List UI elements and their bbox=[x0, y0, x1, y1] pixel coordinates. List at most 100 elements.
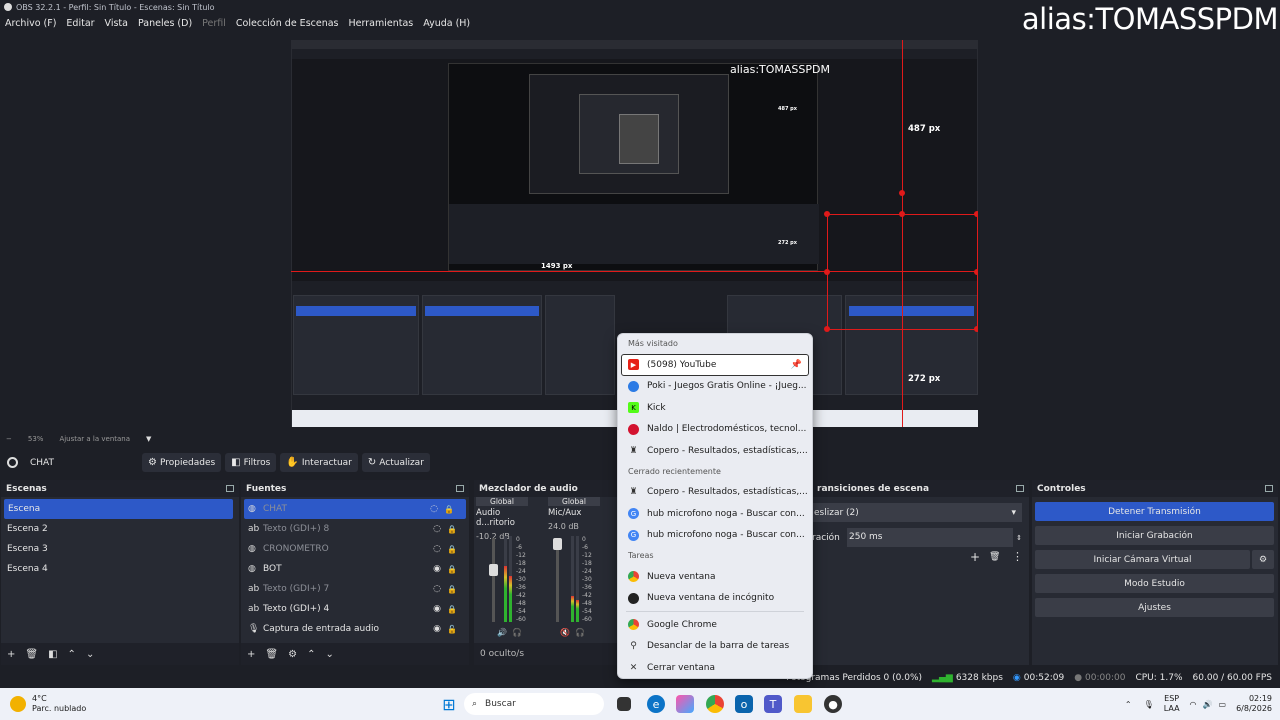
wifi-icon[interactable]: ◠ bbox=[1190, 700, 1197, 709]
undock-icon[interactable] bbox=[1265, 485, 1273, 492]
scene-item[interactable]: Escena 4 bbox=[1, 559, 239, 579]
transition-select[interactable]: eslizar (2) ▾ bbox=[812, 503, 1022, 522]
desktop-volume-slider[interactable] bbox=[489, 538, 498, 622]
jumplist-item[interactable]: Ghub microfono noga - Buscar con... bbox=[618, 525, 812, 547]
jumplist-item[interactable]: ♜ Copero - Resultados, estadísticas,... bbox=[618, 482, 812, 504]
weather-widget[interactable]: 4°C Parc. nublado bbox=[10, 694, 86, 714]
interact-button[interactable]: ✋ Interactuar bbox=[280, 453, 358, 472]
speaker-icon[interactable]: 🔊 bbox=[497, 628, 507, 637]
jumplist-item[interactable]: Google Chrome bbox=[618, 614, 812, 636]
scene-item[interactable]: Escena 3 bbox=[1, 539, 239, 559]
virtual-camera-settings-button[interactable]: ⚙ bbox=[1252, 550, 1274, 569]
chevron-up-icon[interactable]: ⌃ bbox=[307, 649, 315, 660]
outlook-icon[interactable]: o bbox=[735, 695, 753, 713]
eye-hidden-icon[interactable]: ◌ bbox=[430, 504, 438, 514]
duration-input[interactable]: 250 ms bbox=[847, 528, 1014, 547]
jumplist-item[interactable]: Naldo | Electrodomésticos, tecnol... bbox=[618, 419, 812, 441]
chevron-up-icon[interactable]: ⌃ bbox=[1125, 700, 1132, 709]
jumplist-item[interactable]: K Kick bbox=[618, 397, 812, 419]
menu-archivo[interactable]: Archivo (F) bbox=[5, 18, 56, 29]
source-item[interactable]: 🎙 Captura de entrada audio ◉ 🔓 bbox=[241, 619, 469, 639]
eye-icon[interactable]: ◉ bbox=[433, 604, 441, 614]
edge-icon[interactable]: e bbox=[647, 695, 665, 713]
undock-icon[interactable] bbox=[226, 485, 234, 492]
source-item[interactable]: ab Texto (GDI+) 8 ◌ 🔒 bbox=[241, 519, 469, 539]
zoom-level[interactable]: 53% bbox=[28, 435, 44, 443]
add-icon[interactable]: + bbox=[970, 550, 980, 564]
filter-icon[interactable]: ◧ bbox=[48, 649, 57, 660]
source-item[interactable]: ◍ CHAT ◌ 🔒 bbox=[244, 499, 466, 519]
clock[interactable]: 02:19 6/8/2026 bbox=[1236, 694, 1272, 714]
obs-taskbar-icon[interactable]: ● bbox=[824, 695, 842, 713]
chrome-taskbar-icon[interactable] bbox=[706, 695, 724, 713]
pin-icon[interactable]: 📌 bbox=[791, 360, 802, 370]
task-view-icon[interactable] bbox=[617, 697, 631, 711]
menu-ayuda[interactable]: Ayuda (H) bbox=[423, 18, 470, 29]
spinner-icon[interactable]: ⇕ bbox=[1013, 534, 1022, 542]
eye-icon[interactable]: ◉ bbox=[433, 564, 441, 574]
jumplist-item[interactable]: ✕ Cerrar ventana bbox=[618, 657, 812, 679]
trash-icon[interactable]: 🗑 bbox=[989, 552, 1000, 562]
studio-mode-button[interactable]: Modo Estudio bbox=[1035, 574, 1274, 593]
start-recording-button[interactable]: Iniciar Grabación bbox=[1035, 526, 1274, 545]
language-indicator[interactable]: ESP LAA bbox=[1164, 694, 1180, 714]
menu-herramientas[interactable]: Herramientas bbox=[349, 18, 414, 29]
properties-button[interactable]: ⚙ Propiedades bbox=[142, 453, 222, 472]
stop-streaming-button[interactable]: Detener Transmisión bbox=[1035, 502, 1274, 521]
scene-item[interactable]: Escena 2 bbox=[1, 519, 239, 539]
battery-icon[interactable]: ▭ bbox=[1219, 700, 1227, 709]
start-virtual-camera-button[interactable]: Iniciar Cámara Virtual bbox=[1035, 550, 1250, 569]
trash-icon[interactable]: 🗑 bbox=[25, 649, 38, 660]
source-item[interactable]: ◍ CRONOMETRO ◌ 🔒 bbox=[241, 539, 469, 559]
refresh-button[interactable]: ↻ Actualizar bbox=[361, 453, 430, 472]
mic-volume-slider[interactable] bbox=[553, 538, 562, 622]
lock-icon[interactable]: 🔒 bbox=[447, 525, 457, 534]
headphones-icon[interactable]: 🎧 bbox=[575, 628, 585, 637]
lock-icon[interactable]: 🔒 bbox=[447, 605, 457, 614]
microphone-icon[interactable]: 🎙 bbox=[1144, 700, 1154, 709]
zoom-fit-label[interactable]: Ajustar a la ventana bbox=[59, 435, 130, 443]
filters-button[interactable]: ◧ Filtros bbox=[225, 453, 277, 472]
zoom-dropdown-icon[interactable]: ▼ bbox=[146, 435, 151, 443]
unlock-icon[interactable]: 🔓 bbox=[447, 625, 457, 634]
gear-icon[interactable]: ⚙ bbox=[288, 649, 297, 660]
chevron-down-icon[interactable]: ⌄ bbox=[325, 649, 333, 660]
eye-hidden-icon[interactable]: ◌ bbox=[433, 544, 441, 554]
zoom-minus[interactable]: − bbox=[6, 435, 12, 443]
teams-icon[interactable]: T bbox=[764, 695, 782, 713]
jumplist-item[interactable]: ▶ (5098) YouTube 📌 bbox=[621, 354, 809, 376]
file-explorer-icon[interactable] bbox=[794, 695, 812, 713]
windows-start-icon[interactable]: ⊞ bbox=[440, 695, 458, 714]
headphones-icon[interactable]: 🎧 bbox=[512, 628, 522, 637]
menu-perfil[interactable]: Perfil bbox=[202, 18, 226, 29]
taskbar-search[interactable]: ⌕ Buscar bbox=[464, 693, 604, 715]
menu-vista[interactable]: Vista bbox=[105, 18, 128, 29]
source-item[interactable]: ab Texto (GDI+) 4 ◉ 🔒 bbox=[241, 599, 469, 619]
jumplist-item[interactable]: ⚲ Desanclar de la barra de tareas bbox=[618, 636, 812, 658]
volume-icon[interactable]: 🔊 bbox=[1203, 700, 1213, 709]
lock-icon[interactable]: 🔒 bbox=[444, 505, 454, 514]
lock-icon[interactable]: 🔒 bbox=[447, 565, 457, 574]
mic-muted-icon[interactable]: 🔇 bbox=[560, 628, 570, 637]
source-item[interactable]: ab Texto (GDI+) 7 ◌ 🔒 bbox=[241, 579, 469, 599]
jumplist-item[interactable]: ♜ Copero - Resultados, estadísticas,... bbox=[618, 440, 812, 462]
chevron-up-icon[interactable]: ⌃ bbox=[68, 649, 76, 660]
jumplist-item[interactable]: Nueva ventana de incógnito bbox=[618, 588, 812, 610]
eye-hidden-icon[interactable]: ◌ bbox=[433, 524, 441, 534]
settings-button[interactable]: Ajustes bbox=[1035, 598, 1274, 617]
eye-icon[interactable]: ◉ bbox=[433, 624, 441, 634]
eye-hidden-icon[interactable]: ◌ bbox=[433, 584, 441, 594]
source-item[interactable]: ◍ BOT ◉ 🔒 bbox=[241, 559, 469, 579]
jumplist-item[interactable]: Poki - Juegos Gratis Online - ¡Jueg... bbox=[618, 376, 812, 398]
menu-paneles[interactable]: Paneles (D) bbox=[138, 18, 192, 29]
scene-item[interactable]: Escena bbox=[4, 499, 233, 519]
chevron-down-icon[interactable]: ⌄ bbox=[86, 649, 94, 660]
undock-icon[interactable] bbox=[456, 485, 464, 492]
jumplist-item[interactable]: Ghub microfono noga - Buscar con... bbox=[618, 503, 812, 525]
add-icon[interactable]: + bbox=[247, 649, 255, 660]
copilot-icon[interactable] bbox=[676, 695, 694, 713]
add-icon[interactable]: + bbox=[7, 649, 15, 660]
menu-coleccion-escenas[interactable]: Colección de Escenas bbox=[236, 18, 339, 29]
more-icon[interactable]: ⋮ bbox=[1012, 550, 1023, 563]
lock-icon[interactable]: 🔒 bbox=[447, 585, 457, 594]
